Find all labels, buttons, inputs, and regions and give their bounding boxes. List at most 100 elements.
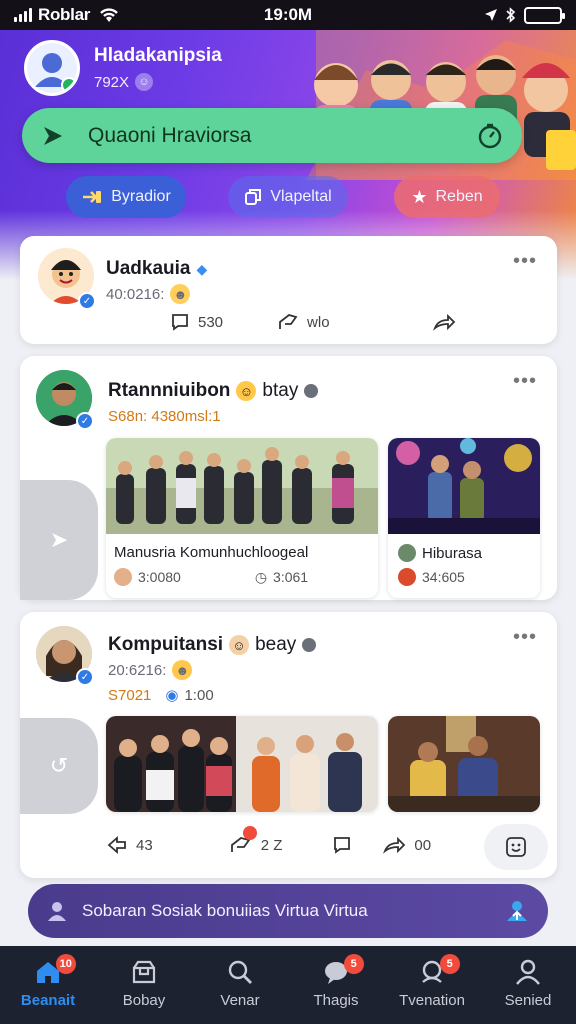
like-icon xyxy=(107,836,126,854)
post-author[interactable]: Rtannniuibon xyxy=(108,380,230,402)
status-dot-icon xyxy=(302,638,317,652)
arrow-icon xyxy=(44,126,62,145)
like-button[interactable]: 43 xyxy=(106,835,153,855)
nav-item-venar[interactable]: Venar xyxy=(192,946,288,1024)
post-author[interactable]: Uadkauia xyxy=(106,258,190,280)
badge: 5 xyxy=(439,954,460,974)
group-photo xyxy=(106,438,378,534)
avatar[interactable] xyxy=(24,40,80,96)
tile-title: Manusria Komunhuchloogeal xyxy=(114,544,309,561)
search-bar[interactable]: Quaoni Hraviorsa xyxy=(22,108,522,163)
post-meta: 20:6216: xyxy=(108,661,167,679)
carrier-name: Roblar xyxy=(38,5,91,24)
side-tab[interactable]: ➤ xyxy=(20,480,98,600)
comment-count: 530 xyxy=(198,313,224,331)
status-bar: Roblar 19:0M xyxy=(0,0,576,30)
share-button[interactable]: wlo xyxy=(277,312,330,332)
profile-name: Hladakanipsia xyxy=(94,45,222,66)
nav-label: Bobay xyxy=(122,992,166,1009)
more-options-button[interactable]: ••• xyxy=(513,626,537,649)
verified-icon: ✓ xyxy=(76,412,94,430)
verified-badge-icon: ◆ xyxy=(196,260,208,277)
search-input[interactable]: Quaoni Hraviorsa xyxy=(88,124,476,148)
wifi-icon xyxy=(100,8,118,22)
promo-text: Sobaran Sosiak bonuiias Virtua Virtua xyxy=(82,901,368,920)
copy-icon xyxy=(245,189,262,205)
profile-icon xyxy=(516,959,540,985)
party-photo xyxy=(388,438,540,534)
chip-vlapeltal[interactable]: Vlapeltal xyxy=(228,176,348,218)
emoji-icon: ☺ xyxy=(229,635,250,655)
search-icon xyxy=(228,960,252,984)
tile-title: Hiburasa xyxy=(422,544,483,562)
comment-button[interactable]: 530 xyxy=(170,312,223,332)
share-count: 00 xyxy=(414,836,432,854)
clock-icon: ◷ xyxy=(254,568,268,585)
chip-reben[interactable]: ★ Reben xyxy=(394,176,500,218)
signal-icon xyxy=(14,8,32,22)
post-author[interactable]: Kompuitansi xyxy=(108,634,223,656)
post-card[interactable]: ✓ Uadkauia ◆ 40:0216: ☻ ••• 530 wlo xyxy=(20,236,557,344)
chat-icon xyxy=(334,837,351,854)
post-meta: S68n: 4380msl:1 xyxy=(108,408,221,425)
media-tile[interactable] xyxy=(106,716,378,812)
comment-count: 2 Z xyxy=(260,836,283,854)
comment-icon xyxy=(172,314,188,331)
studio-photo xyxy=(388,716,540,812)
collapse-arrow-icon: ➤ xyxy=(49,527,69,552)
smiley-box-icon xyxy=(506,837,526,857)
avatar-small-icon xyxy=(398,568,416,586)
avatar-small-icon xyxy=(398,544,416,562)
post-author-suffix: btay xyxy=(262,380,299,401)
emoji-icon: ☺ xyxy=(236,381,257,401)
verified-icon: ✓ xyxy=(78,292,96,310)
nav-item-senied[interactable]: Senied xyxy=(480,946,576,1024)
share-count: wlo xyxy=(307,313,330,331)
timer-icon[interactable] xyxy=(476,122,504,150)
badge: 5 xyxy=(343,954,364,974)
battery-icon xyxy=(524,6,565,24)
profile-header[interactable]: Hladakanipsia 792X ☺ xyxy=(24,40,222,96)
forward-button[interactable] xyxy=(432,312,456,332)
media-tile[interactable]: Manusria Komunhuchloogeal 3:0080 ◷ 3:061 xyxy=(106,438,378,598)
post-meta-code: S7021 xyxy=(108,686,152,704)
tile-meta-2: 3:061 xyxy=(273,569,309,585)
more-options-button[interactable]: ••• xyxy=(513,250,537,273)
verified-icon: ✓ xyxy=(76,668,94,686)
emoji-icon: ☻ xyxy=(170,284,191,304)
nav-label: Thagis xyxy=(313,992,359,1009)
post-author-suffix: beay xyxy=(255,634,297,655)
emoji-icon: ☻ xyxy=(172,660,193,680)
bottom-nav: 10 Beanait Bobay Venar 5 Thagis 5 Tvenat… xyxy=(0,946,576,1024)
forward-icon xyxy=(432,313,455,331)
notification-dot-icon xyxy=(242,826,257,840)
smiley-icon: ☺ xyxy=(135,73,154,91)
clock-icon: ◉ xyxy=(165,687,179,704)
nav-item-bobay[interactable]: Bobay xyxy=(96,946,192,1024)
media-tile[interactable] xyxy=(388,716,540,812)
tile-meta: 34:605 xyxy=(422,569,465,585)
forward-icon xyxy=(383,836,406,854)
collapse-arrow-icon: ↺ xyxy=(49,753,69,778)
side-tab[interactable]: ↺ xyxy=(20,718,98,814)
save-button[interactable] xyxy=(484,824,548,870)
share-button[interactable]: 00 xyxy=(382,835,431,855)
more-options-button[interactable]: ••• xyxy=(513,370,537,393)
nav-item-tvenation[interactable]: 5 Tvenation xyxy=(384,946,480,1024)
nav-item-thagis[interactable]: 5 Thagis xyxy=(288,946,384,1024)
chip-byradior[interactable]: Byradior xyxy=(66,176,186,218)
filter-chips: Byradior Vlapeltal ★ Reben xyxy=(66,176,516,218)
user-icon xyxy=(48,902,66,921)
group-photo xyxy=(106,716,378,812)
chip-label: Vlapeltal xyxy=(270,188,332,205)
nav-label: Tvenation xyxy=(399,992,465,1009)
user-upload-icon[interactable] xyxy=(504,898,530,924)
media-tile[interactable]: Hiburasa 34:605 xyxy=(388,438,540,598)
nav-label: Venar xyxy=(220,992,260,1009)
reply-button[interactable] xyxy=(332,835,352,855)
tile-meta: 3:0080 xyxy=(138,569,181,585)
pin-icon xyxy=(83,191,102,203)
comment-button[interactable]: 2 Z xyxy=(229,826,283,856)
promo-banner[interactable]: Sobaran Sosiak bonuiias Virtua Virtua xyxy=(28,884,548,938)
nav-item-home[interactable]: 10 Beanait xyxy=(0,946,96,1024)
